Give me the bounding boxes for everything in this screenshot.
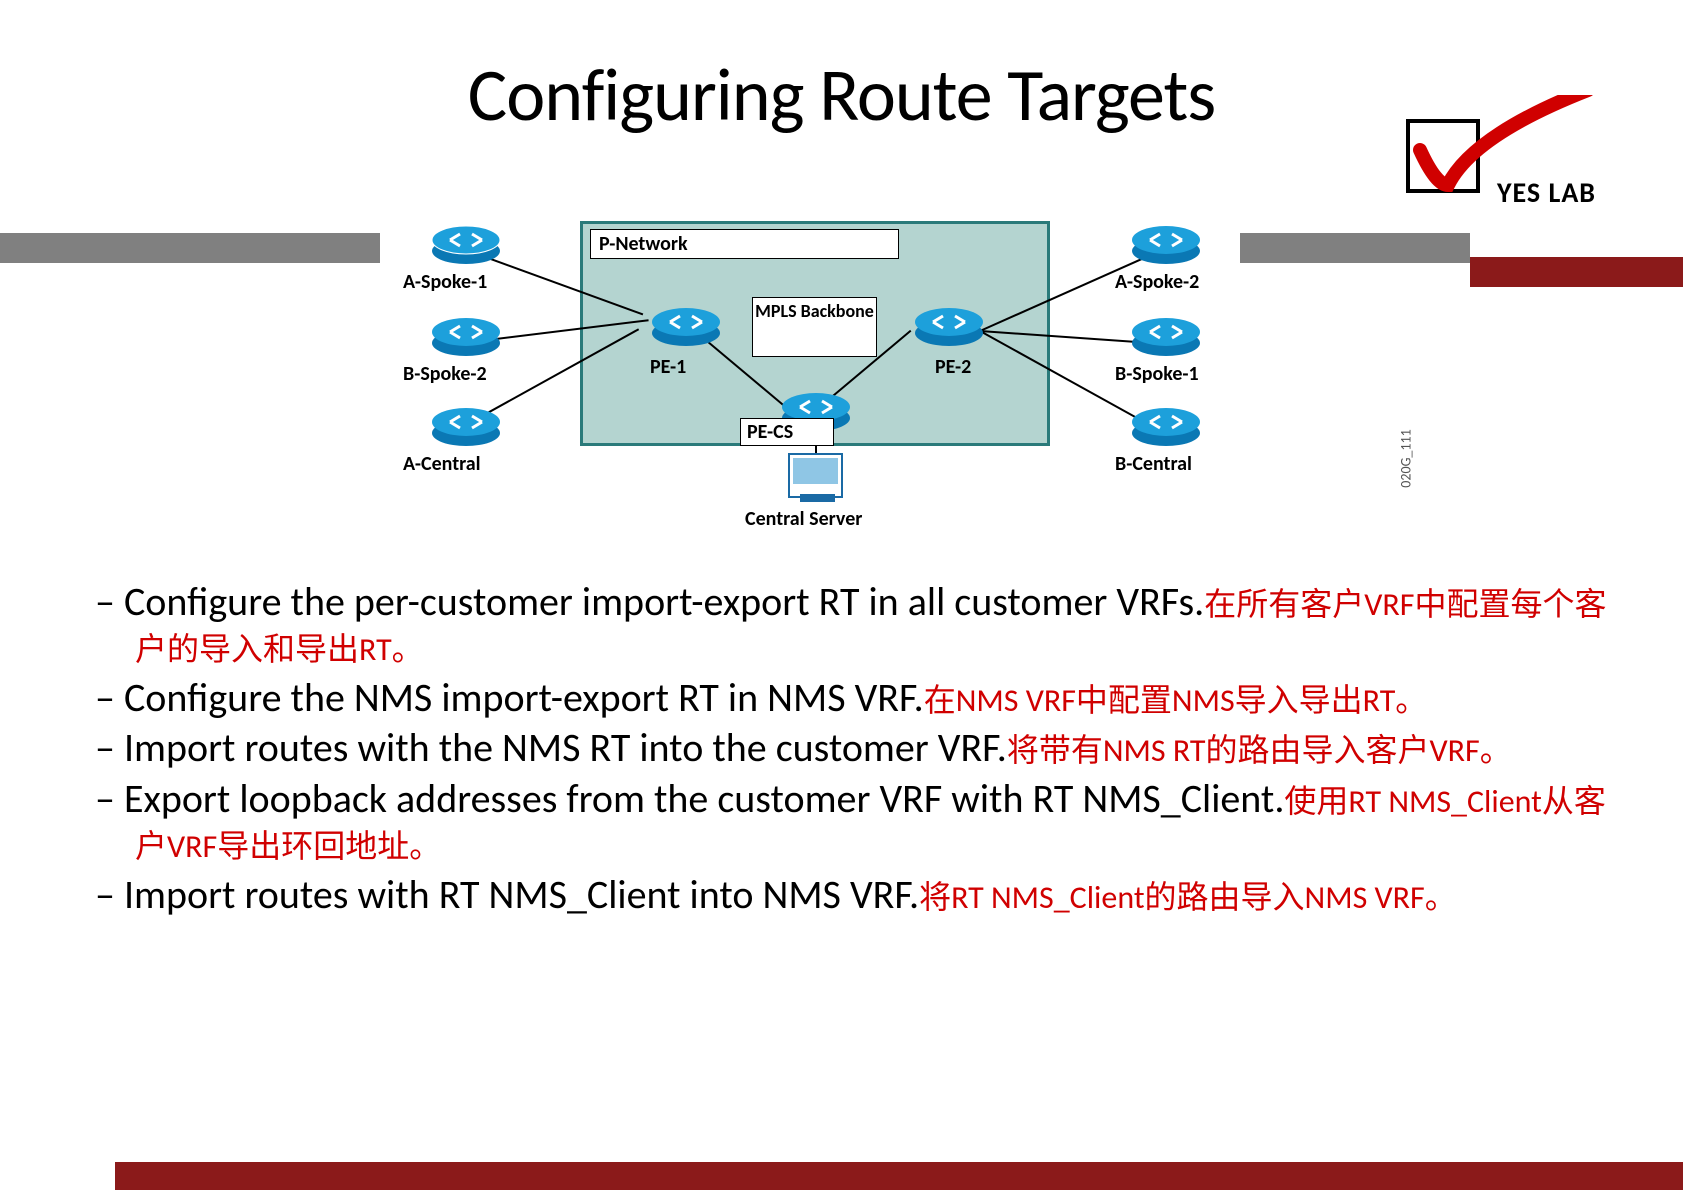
slide-container: Configuring Route Targets YES LAB P-Netw…	[0, 0, 1683, 1190]
bar-maroon-right	[1470, 257, 1683, 287]
bullet-2: Configure the NMS import-export RT in NM…	[80, 676, 1610, 721]
network-diagram: P-Network MPLS Backbone A-Spoke-1 B-Spok…	[395, 215, 1235, 575]
bullet-3-cn: 将带有NMS RT的路由导入客户VRF。	[1007, 731, 1512, 770]
router-a-spoke-1	[430, 223, 502, 267]
label-a-spoke-2: A-Spoke-2	[1115, 270, 1199, 294]
bullet-3-en: Import routes with the NMS RT into the c…	[124, 723, 1007, 772]
mpls-backbone-box: MPLS Backbone	[752, 297, 877, 357]
mpls-label: MPLS Backbone	[755, 300, 874, 322]
label-b-spoke-1: B-Spoke-1	[1115, 362, 1199, 386]
label-a-central: A-Central	[403, 452, 481, 476]
bullet-5-en: Import routes with RT NMS_Client into NM…	[124, 870, 919, 919]
yeslab-logo: YES LAB	[1388, 95, 1598, 235]
router-b-spoke-1	[1130, 315, 1202, 359]
bullet-3: Import routes with the NMS RT into the c…	[80, 726, 1610, 771]
bullet-4: Export loopback addresses from the custo…	[80, 777, 1610, 867]
bullet-list: Configure the per-customer import-export…	[80, 580, 1610, 924]
router-a-spoke-2	[1130, 223, 1202, 267]
label-b-central: B-Central	[1115, 452, 1192, 476]
router-a-central	[430, 405, 502, 449]
label-central-server: Central Server	[745, 507, 862, 531]
bullet-1-en: Configure the per-customer import-export…	[124, 577, 1204, 626]
label-pe-2: PE-2	[935, 355, 971, 379]
bullet-2-en: Configure the NMS import-export RT in NM…	[124, 673, 924, 722]
label-pe-1: PE-1	[650, 355, 686, 379]
label-pe-cs: PE-CS	[740, 418, 834, 446]
router-pe-1	[650, 305, 722, 349]
footer-bar	[115, 1162, 1683, 1190]
label-a-spoke-1: A-Spoke-1	[403, 270, 487, 294]
p-network-label: P-Network	[590, 229, 899, 259]
bar-gray-right	[1240, 233, 1470, 263]
bullet-1: Configure the per-customer import-export…	[80, 580, 1610, 670]
router-pe-2	[913, 305, 985, 349]
bar-gray-left	[0, 233, 380, 263]
label-b-spoke-2: B-Spoke-2	[403, 362, 487, 386]
router-b-spoke-2	[430, 315, 502, 359]
logo-text: YES LAB	[1497, 175, 1596, 210]
bullet-5: Import routes with RT NMS_Client into NM…	[80, 873, 1610, 918]
bullet-2-cn: 在NMS VRF中配置NMS导入导出RT。	[924, 681, 1428, 720]
router-b-central	[1130, 405, 1202, 449]
server-icon	[788, 453, 843, 498]
bullet-5-cn: 将RT NMS_Client的路由导入NMS VRF。	[919, 878, 1457, 917]
bullet-4-en: Export loopback addresses from the custo…	[124, 774, 1284, 823]
image-code: 020G_111	[1397, 429, 1414, 487]
